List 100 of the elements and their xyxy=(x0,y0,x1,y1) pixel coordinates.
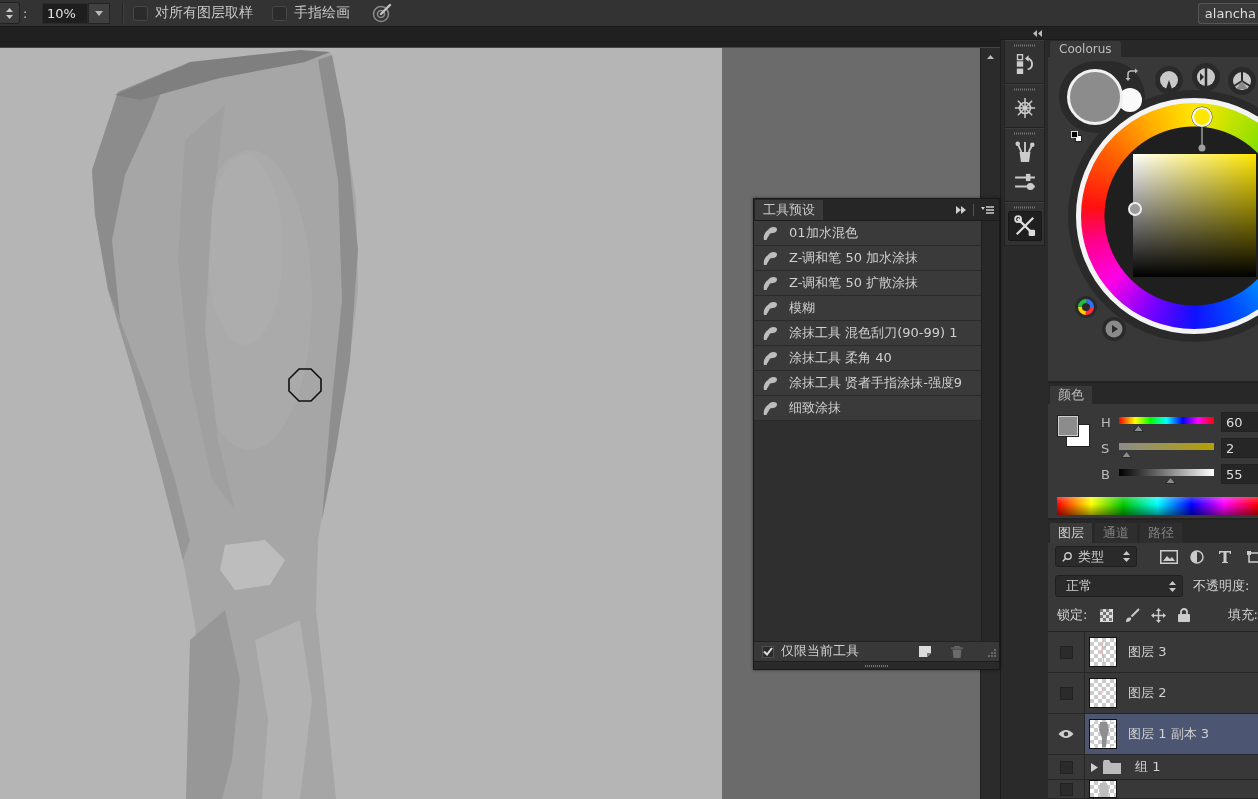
layer-thumbnail xyxy=(1089,637,1117,667)
hue-handle[interactable] xyxy=(1191,106,1213,152)
grip-icon[interactable] xyxy=(1013,132,1036,135)
slider-label: S xyxy=(1100,440,1111,456)
slider-label: B xyxy=(1100,466,1111,482)
value-field[interactable]: 55 xyxy=(1221,464,1258,484)
value-field[interactable]: 60 xyxy=(1221,412,1258,432)
finger-icon xyxy=(762,250,778,266)
finger-icon xyxy=(762,225,778,241)
grip-icon[interactable] xyxy=(864,664,889,667)
workspace-button[interactable]: alancha xyxy=(1197,2,1258,24)
panel-menu-icon[interactable] xyxy=(981,206,994,214)
shape-icon[interactable] xyxy=(1246,549,1258,564)
layer-row[interactable]: 图层 3 xyxy=(1048,632,1258,673)
folder-icon xyxy=(1103,760,1121,774)
checkerboard-icon[interactable] xyxy=(1100,608,1114,622)
color-spectrum[interactable] xyxy=(1057,497,1258,515)
checkbox[interactable] xyxy=(133,5,148,21)
visibility-toggle[interactable] xyxy=(1058,727,1074,741)
resize-grip-icon[interactable] xyxy=(986,646,996,657)
preset-item[interactable]: Z-调和笔 50 加水涂抹 xyxy=(754,246,981,271)
tab[interactable]: 图层 xyxy=(1050,523,1092,543)
finger-icon xyxy=(762,375,778,391)
preset-item[interactable]: 细致涂抹 xyxy=(754,396,981,421)
panel-tab[interactable]: 工具预设 xyxy=(755,200,823,220)
wrench-screwdriver-icon xyxy=(1013,215,1036,237)
brush-icon[interactable] xyxy=(1125,607,1141,623)
opacity-label: 不透明度: xyxy=(1193,577,1250,595)
checkmark-icon xyxy=(763,647,773,656)
finger-icon xyxy=(762,275,778,291)
half-circle-icon[interactable] xyxy=(1190,549,1204,564)
saturation-brightness-square[interactable] xyxy=(1133,154,1256,277)
filter-dropdown[interactable]: 类型 xyxy=(1055,546,1137,567)
slider-thumb[interactable] xyxy=(1165,477,1177,484)
slider-label: H xyxy=(1100,414,1112,430)
scroll-up-icon[interactable] xyxy=(987,55,994,59)
stepper-button[interactable] xyxy=(0,2,20,24)
preset-item[interactable]: 01加水混色 xyxy=(754,221,981,246)
image-icon[interactable] xyxy=(1160,549,1178,564)
pen-pressure-icon[interactable] xyxy=(372,3,392,23)
checkbox[interactable] xyxy=(272,5,287,21)
move-icon[interactable] xyxy=(1151,607,1167,623)
up-down-arrows-icon xyxy=(6,7,13,19)
brushes-in-cup-icon xyxy=(1014,141,1035,163)
brush-cursor-icon xyxy=(288,368,322,402)
finger-icon xyxy=(762,400,778,416)
slider-thumb[interactable] xyxy=(1133,425,1145,432)
checkbox[interactable] xyxy=(762,645,774,658)
preset-item[interactable]: 模糊 xyxy=(754,296,981,321)
play-icon[interactable] xyxy=(1102,317,1126,341)
dropdown-button[interactable] xyxy=(88,2,110,24)
checkbox-label: 手指绘画 xyxy=(294,4,350,22)
slider-thumb[interactable] xyxy=(1120,451,1132,458)
sector-disc-icon[interactable] xyxy=(1228,67,1256,95)
field-label: : xyxy=(23,5,29,21)
notched-disc-icon[interactable] xyxy=(1155,66,1183,94)
type-icon[interactable] xyxy=(1218,549,1232,564)
tab[interactable]: 路径 xyxy=(1140,523,1182,543)
sliders-icon xyxy=(1013,173,1036,191)
preset-item[interactable]: 涂抹工具 混色刮刀(90-99) 1 xyxy=(754,321,981,346)
vertical-scrollbar[interactable] xyxy=(981,221,999,641)
split-disc-icon[interactable] xyxy=(1192,63,1220,91)
ship-wheel-icon xyxy=(1013,97,1036,119)
finger-icon xyxy=(762,350,778,366)
panel-button[interactable] xyxy=(1007,211,1042,241)
default-colors-icon[interactable] xyxy=(1071,131,1082,142)
checkbox-label: 对所有图层取样 xyxy=(155,4,253,22)
finger-icon xyxy=(762,325,778,341)
tab[interactable]: 通道 xyxy=(1095,523,1137,543)
grip-icon[interactable] xyxy=(1013,206,1036,209)
layer-thumbnail xyxy=(1089,678,1117,708)
panel-tab[interactable]: 颜色 xyxy=(1050,386,1092,404)
preset-item[interactable]: Z-调和笔 50 扩散涂抹 xyxy=(754,271,981,296)
finger-icon xyxy=(762,300,778,316)
grip-icon[interactable] xyxy=(1013,88,1036,91)
double-left-arrow-icon[interactable] xyxy=(1033,29,1042,37)
foreground-background-swatch-icon[interactable] xyxy=(1057,415,1091,448)
blend-mode-dropdown[interactable]: 正常 xyxy=(1055,575,1183,597)
double-arrow-icon[interactable] xyxy=(956,206,966,214)
lock-icon[interactable] xyxy=(1178,608,1191,622)
fill-label: 填充: xyxy=(1227,606,1258,624)
panel-tab[interactable]: Coolorus xyxy=(1050,41,1121,57)
swap-colors-icon[interactable] xyxy=(1125,68,1138,81)
caret-icon xyxy=(95,10,103,16)
layer-row[interactable]: 图层 2 xyxy=(1048,673,1258,714)
color-wheel-icon[interactable] xyxy=(1075,296,1097,318)
preset-item[interactable]: 涂抹工具 柔角 40 xyxy=(754,346,981,371)
disclosure-triangle-icon[interactable] xyxy=(1091,762,1098,772)
strength-field[interactable]: 10% xyxy=(42,2,88,24)
up-down-arrows-icon xyxy=(1169,580,1176,592)
layer-thumbnail xyxy=(1089,780,1117,798)
history-icon xyxy=(1014,53,1035,75)
value-field[interactable]: 2 xyxy=(1221,438,1258,458)
layer-row[interactable]: 图层 1 副本 3 xyxy=(1048,714,1258,755)
layer-row[interactable]: 组 1 xyxy=(1048,755,1258,780)
new-preset-icon[interactable] xyxy=(919,646,931,657)
preset-item[interactable]: 涂抹工具 贤者手指涂抹-强度9 xyxy=(754,371,981,396)
grip-icon[interactable] xyxy=(1013,44,1036,47)
checkbox-label: 仅限当前工具 xyxy=(781,643,859,660)
layer-row[interactable] xyxy=(1048,780,1258,799)
